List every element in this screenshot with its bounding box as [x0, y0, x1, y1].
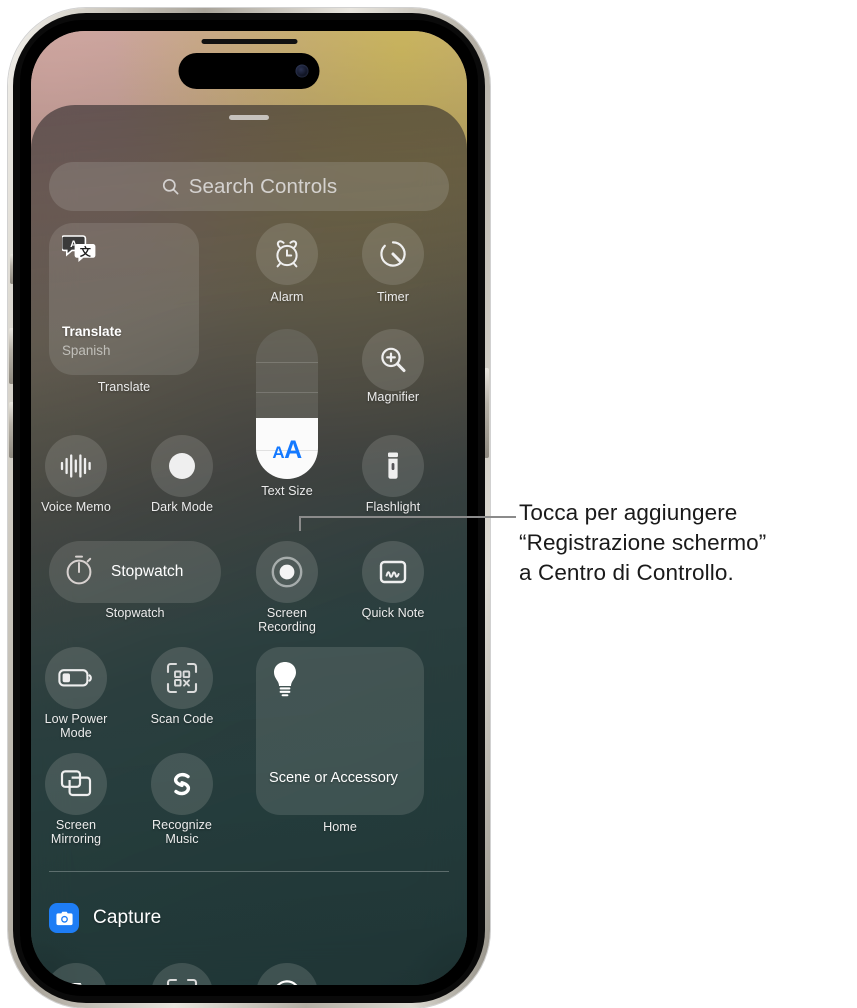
control-stopwatch[interactable]: Stopwatch — [49, 541, 221, 603]
front-camera-icon — [295, 64, 309, 78]
control-screen-mirroring[interactable] — [45, 753, 107, 815]
control-voice-memo-label: Voice Memo — [41, 500, 111, 514]
camera-icon — [61, 981, 91, 985]
control-magnifier[interactable] — [362, 329, 424, 391]
search-placeholder-text: Search Controls — [188, 174, 338, 198]
earpiece-speaker — [201, 39, 297, 44]
control-dark-mode[interactable] — [151, 435, 213, 497]
dynamic-island — [178, 39, 320, 89]
plus-circle-icon — [271, 978, 303, 985]
control-alarm[interactable] — [256, 223, 318, 285]
control-translate-tile[interactable]: A 文 Translate Spanish — [49, 223, 199, 375]
control-flashlight-label: Flashlight — [365, 500, 421, 514]
control-stopwatch-caption: Stopwatch — [105, 606, 165, 620]
timer-icon — [377, 238, 409, 270]
control-timer-label: Timer — [377, 290, 409, 304]
control-flashlight[interactable] — [362, 435, 424, 497]
control-recognize-music[interactable] — [151, 753, 213, 815]
qr-scan-icon — [165, 661, 199, 695]
camera-app-icon — [49, 903, 79, 933]
control-scan-code[interactable] — [151, 647, 213, 709]
control-quick-note-label: Quick Note — [361, 606, 425, 620]
controls-grid: A 文 Translate Spanish Translate Alarm Ti… — [31, 223, 467, 985]
magnifier-plus-icon — [377, 344, 409, 376]
callout-leader-vertical — [299, 517, 301, 531]
alarm-clock-icon — [271, 238, 303, 270]
translate-bubbles-icon: A 文 — [60, 234, 98, 269]
callout-annotation-text: Tocca per aggiungere “Registrazione sche… — [519, 500, 767, 585]
record-circle-icon — [269, 554, 305, 590]
battery-low-icon — [58, 667, 94, 689]
quick-note-icon — [377, 556, 409, 588]
control-screen-mirroring-label: Screen Mirroring — [50, 818, 102, 846]
home-tile-title: Scene or Accessory — [269, 770, 398, 786]
capture-section-title: Capture — [93, 907, 162, 928]
panel-drag-handle[interactable] — [229, 115, 269, 120]
control-low-power-mode-label: Low Power Mode — [44, 712, 108, 740]
control-quick-note[interactable] — [362, 541, 424, 603]
shazam-icon — [166, 768, 198, 800]
control-dark-mode-label: Dark Mode — [150, 500, 214, 514]
flashlight-icon — [380, 450, 406, 482]
control-recognize-music-label: Recognize Music — [152, 818, 212, 846]
screen-mirroring-icon — [60, 769, 92, 799]
capture-section-header: Capture — [49, 903, 161, 933]
iphone-screen: Search Controls A 文 Translate Spanish Tr… — [31, 31, 467, 985]
control-alarm-label: Alarm — [270, 290, 304, 304]
control-home-tile[interactable]: Scene or Accessory — [256, 647, 424, 815]
stopwatch-icon — [59, 550, 99, 595]
control-camera[interactable] — [45, 963, 107, 985]
lightbulb-icon — [272, 660, 298, 703]
circle-half-icon — [167, 451, 197, 481]
iphone-device-frame: Search Controls A 文 Translate Spanish Tr… — [8, 8, 490, 1008]
control-voice-memo[interactable] — [45, 435, 107, 497]
control-magnifier-label: Magnifier — [366, 390, 420, 404]
section-divider — [49, 871, 449, 872]
control-center-panel: Search Controls A 文 Translate Spanish Tr… — [31, 105, 467, 985]
text-size-aa-icon: AA — [256, 436, 318, 465]
qr-scan-icon — [165, 977, 199, 985]
control-timer[interactable] — [362, 223, 424, 285]
search-icon — [161, 177, 180, 196]
control-text-size-label: Text Size — [261, 484, 313, 498]
translate-tile-title: Translate — [62, 324, 122, 339]
callout-leader-horizontal — [299, 516, 516, 518]
waveform-icon — [59, 452, 93, 480]
control-low-power-mode[interactable] — [45, 647, 107, 709]
control-home-tile-caption: Home — [323, 820, 357, 834]
search-controls-bar[interactable]: Search Controls — [49, 162, 449, 211]
control-scan-code-label: Scan Code — [150, 712, 214, 726]
control-text-size-slider[interactable]: AA — [256, 329, 318, 479]
control-add-control[interactable] — [256, 963, 318, 985]
control-screen-recording-label: Screen Recording — [258, 606, 316, 634]
translate-tile-caption: Translate — [97, 380, 151, 394]
control-stopwatch-pill-label: Stopwatch — [111, 563, 184, 580]
control-capture-scan-code[interactable] — [151, 963, 213, 985]
text-size-a-big: A — [284, 436, 302, 464]
translate-tile-subtitle: Spanish — [62, 343, 111, 358]
svg-text:文: 文 — [80, 244, 92, 258]
control-screen-recording[interactable] — [256, 541, 318, 603]
text-size-a-small: A — [272, 443, 285, 462]
screenshot-root: Search Controls A 文 Translate Spanish Tr… — [0, 0, 857, 1008]
